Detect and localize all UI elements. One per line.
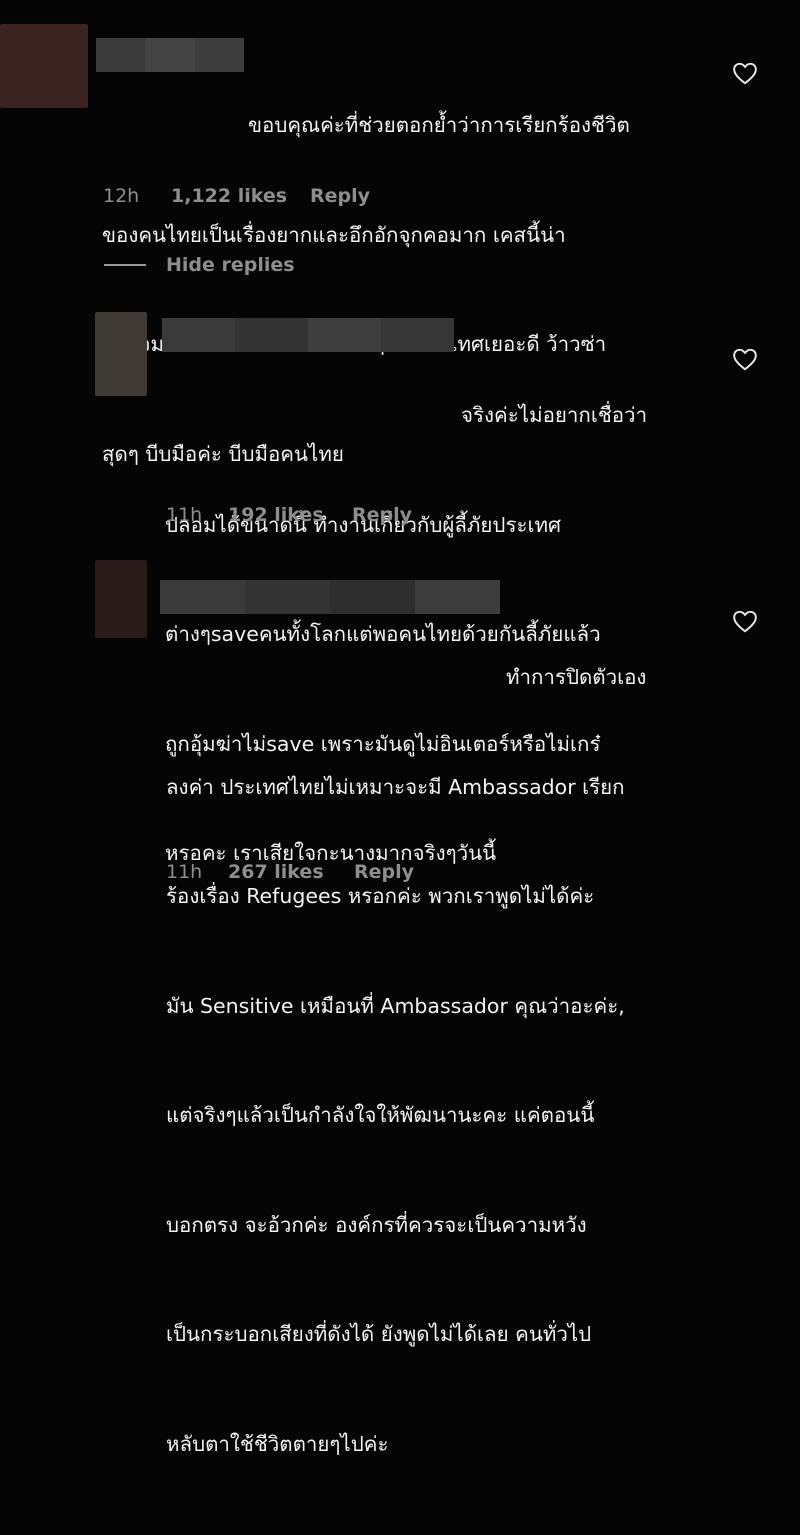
timestamp: 11h [166, 504, 203, 526]
comment-line: หลับตาใช้ชีวิตตายๆไปค่ะ [166, 1431, 389, 1456]
comment-line: มัน Sensitive เหมือนที่ Ambassador คุณว่… [166, 993, 625, 1018]
comment-line: บอกตรง จะอ้วกค่ะ องค์กรที่ควรจะเป็นความห… [166, 1212, 587, 1237]
avatar[interactable] [95, 560, 147, 638]
reply-button[interactable]: Reply [310, 185, 370, 207]
comment-line: ทำการปิดตัวเอง [506, 665, 647, 689]
instagram-comments-screen: { "comments": [ { "lines": [ "ขอบคุณค่ะท… [0, 0, 800, 1456]
likes-count[interactable]: 267 likes [228, 861, 354, 883]
likes-count[interactable]: 1,122 likes [171, 185, 310, 207]
heart-icon[interactable] [732, 347, 758, 371]
comment-line: ลงค่า ประเทศไทยไม่เหมาะจะมี Ambassador เ… [166, 774, 625, 799]
timestamp: 12h [103, 185, 140, 207]
comment-meta: 11h 267 likes Reply [166, 861, 414, 883]
comment-line: ขอบคุณค่ะที่ช่วยตอกย้ำว่าการเรียกร้องชีว… [248, 113, 630, 137]
reply-button[interactable]: Reply [352, 504, 412, 526]
comment-line: เป็นกระบอกเสียงที่ดังได้ ยังพูดไม่ได้เลย… [166, 1322, 592, 1346]
heart-icon[interactable] [732, 609, 758, 633]
avatar[interactable] [95, 312, 147, 396]
divider-line [104, 264, 146, 266]
heart-icon[interactable] [732, 61, 758, 85]
comment-line: ร้องเรื่อง Refugees หรอกค่ะ พวกเราพูดไม่… [166, 884, 595, 908]
comment-text: ทำการปิดตัวเอง ลงค่า ประเทศไทยไม่เหมาะจะ… [166, 586, 646, 1535]
comment-meta: 12h 1,122 likes Reply [103, 185, 370, 207]
comment-line: แต่จริงๆแล้วเป็นกำลังใจให้พัฒนานะคะ แค่ต… [166, 1103, 595, 1127]
timestamp: 11h [166, 861, 203, 883]
reply-button[interactable]: Reply [354, 861, 414, 883]
comment-line: ของคนไทยเป็นเรื่องยากและอึกอักจุกคอมาก เ… [102, 222, 566, 247]
comment-line: จริงค่ะไม่อยากเชื่อว่า [461, 403, 648, 427]
hide-replies-label: Hide replies [166, 254, 295, 276]
likes-count[interactable]: 192 likes [228, 504, 352, 526]
avatar[interactable] [0, 24, 88, 108]
hide-replies-button[interactable]: Hide replies [104, 254, 295, 276]
comment-meta: 11h 192 likes Reply [166, 504, 412, 526]
